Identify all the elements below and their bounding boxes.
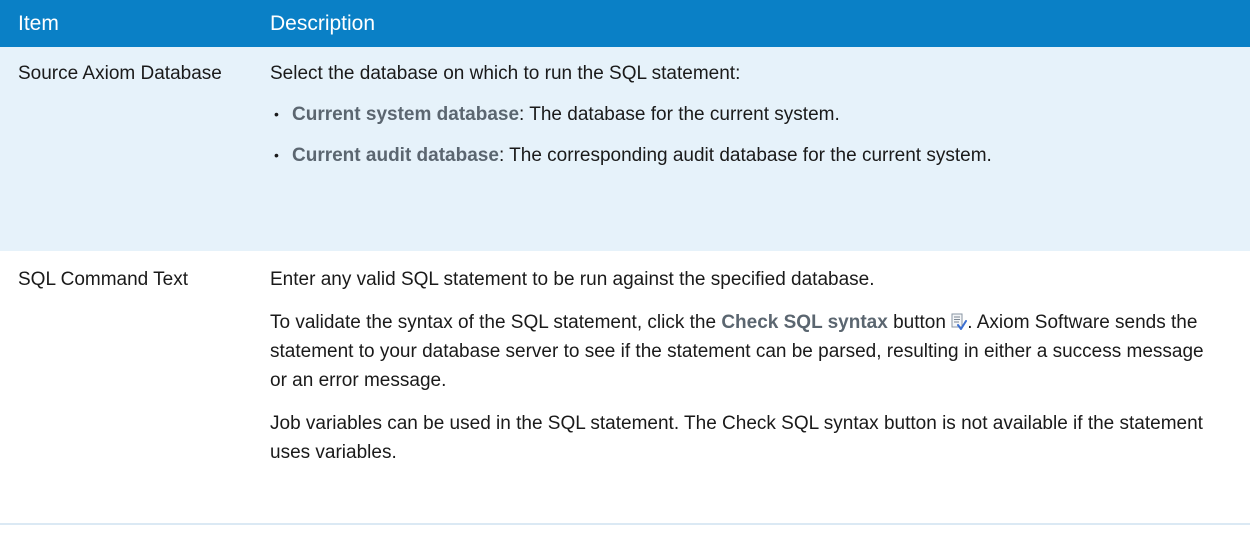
option-text: : The corresponding audit database for t… bbox=[498, 145, 992, 166]
row-item-sql-command-text: SQL Command Text bbox=[0, 252, 258, 525]
description-paragraph: To validate the syntax of the SQL statem… bbox=[270, 308, 1210, 395]
table-header-row: Item Description bbox=[0, 0, 1250, 47]
option-term: Current system database bbox=[292, 104, 520, 125]
row-item-source-axiom-database: Source Axiom Database bbox=[0, 47, 258, 253]
option-term: Current audit database bbox=[292, 145, 499, 166]
column-header-item: Item bbox=[0, 0, 258, 47]
bullet-icon: • bbox=[274, 106, 279, 122]
list-item: • Current audit database: The correspond… bbox=[270, 141, 1210, 170]
check-sql-syntax-term: Check SQL syntax bbox=[721, 312, 888, 333]
list-item: • Current system database: The database … bbox=[270, 100, 1210, 129]
paragraph-text: To validate the syntax of the SQL statem… bbox=[270, 312, 722, 333]
check-sql-syntax-icon[interactable] bbox=[951, 311, 968, 330]
option-text: : The database for the current system. bbox=[519, 104, 840, 125]
table-row: Source Axiom Database Select the databas… bbox=[0, 47, 1250, 253]
description-paragraph: Job variables can be used in the SQL sta… bbox=[270, 413, 1203, 463]
row-description: Select the database on which to run the … bbox=[258, 47, 1250, 253]
bullet-icon: • bbox=[274, 147, 279, 163]
option-list: • Current system database: The database … bbox=[270, 100, 1210, 170]
options-table: Item Description Source Axiom Database S… bbox=[0, 0, 1250, 525]
row-description: Enter any valid SQL statement to be run … bbox=[258, 252, 1250, 525]
description-paragraph: Enter any valid SQL statement to be run … bbox=[270, 269, 875, 290]
table-row: SQL Command Text Enter any valid SQL sta… bbox=[0, 252, 1250, 525]
description-intro: Select the database on which to run the … bbox=[270, 63, 741, 84]
column-header-description: Description bbox=[258, 0, 1250, 47]
paragraph-text: button bbox=[887, 312, 952, 333]
